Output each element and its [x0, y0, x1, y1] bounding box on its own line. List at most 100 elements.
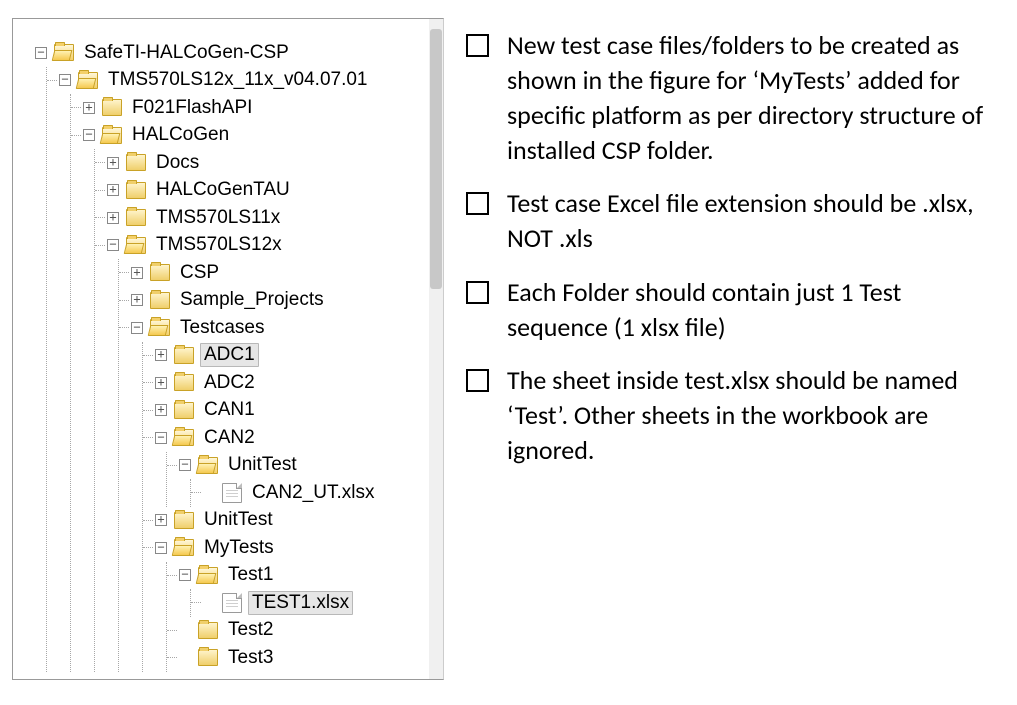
tree-label[interactable]: Sample_Projects — [176, 288, 328, 312]
folder-closed-icon — [174, 512, 194, 529]
bullet-text: Test case Excel file extension should be… — [507, 186, 989, 256]
expander-icon[interactable]: − — [131, 322, 143, 334]
tree-label[interactable]: Test2 — [224, 618, 277, 642]
tree-node-csp: + CSP — [119, 259, 443, 287]
folder-open-icon — [198, 567, 218, 584]
folder-open-icon — [174, 539, 194, 556]
tree-node-can1: + CAN1 — [143, 397, 443, 425]
tree-node-sample-projects: + Sample_Projects — [119, 287, 443, 315]
expander-icon[interactable]: − — [107, 239, 119, 251]
folder-open-icon — [198, 457, 218, 474]
folder-closed-icon — [198, 622, 218, 639]
folder-closed-icon — [126, 154, 146, 171]
expander-none: . — [179, 652, 191, 664]
tree-label[interactable]: ADC2 — [200, 371, 259, 395]
tree-label[interactable]: CAN2_UT.xlsx — [248, 481, 378, 505]
folder-open-icon — [150, 319, 170, 336]
tree-label[interactable]: Docs — [152, 151, 203, 175]
tree-node-hcgtau: + HALCoGenTAU — [95, 177, 443, 205]
tree-label[interactable]: TMS570LS11x — [152, 206, 284, 230]
tree-label[interactable]: UnitTest — [224, 453, 301, 477]
tree-label[interactable]: Testcases — [176, 316, 268, 340]
expander-icon[interactable]: − — [179, 569, 191, 581]
bullet-item: Test case Excel file extension should be… — [466, 186, 989, 256]
expander-icon[interactable]: + — [131, 267, 143, 279]
folder-closed-icon — [150, 264, 170, 281]
checkbox-bullet-icon — [466, 192, 489, 215]
tree-node-adc2: + ADC2 — [143, 369, 443, 397]
bullet-item: The sheet inside test.xlsx should be nam… — [466, 363, 989, 468]
expander-icon[interactable]: + — [131, 294, 143, 306]
expander-icon[interactable]: + — [83, 102, 95, 114]
folder-closed-icon — [150, 292, 170, 309]
expander-none: . — [179, 624, 191, 636]
tree-node-docs: + Docs — [95, 149, 443, 177]
expander-icon[interactable]: − — [83, 129, 95, 141]
bullet-item: Each Folder should contain just 1 Test s… — [466, 275, 989, 345]
tree-node-mytests: − MyTests — [143, 534, 443, 672]
tree-label[interactable]: TEST1.xlsx — [248, 591, 353, 615]
tree-node-tms11x: + TMS570LS11x — [95, 204, 443, 232]
folder-open-icon — [78, 72, 98, 89]
folder-open-icon — [102, 127, 122, 144]
tree-node-can2-unittest: − UnitTest — [167, 452, 443, 507]
tree-label[interactable]: HALCoGenTAU — [152, 178, 294, 202]
tree-node-f021: + F021FlashAPI — [71, 94, 443, 122]
tree-node-testcases: − Testcases — [119, 314, 443, 672]
expander-none: . — [203, 597, 215, 609]
expander-icon[interactable]: + — [107, 212, 119, 224]
tree-node-device: − TMS570LS12x_11x_v04.07.01 + F021FlashA — [47, 67, 443, 672]
tree-label[interactable]: TMS570LS12x — [152, 233, 286, 257]
folder-closed-icon — [198, 649, 218, 666]
folder-open-icon — [54, 44, 74, 61]
expander-icon[interactable]: + — [155, 377, 167, 389]
tree-label[interactable]: HALCoGen — [128, 123, 233, 147]
tree-node-can2: − CAN2 — [143, 424, 443, 507]
expander-none: . — [203, 487, 215, 499]
tree-label[interactable]: SafeTI-HALCoGen-CSP — [80, 41, 293, 65]
checkbox-bullet-icon — [466, 369, 489, 392]
tree-label[interactable]: MyTests — [200, 536, 278, 560]
tree-label[interactable]: UnitTest — [200, 508, 277, 532]
folder-closed-icon — [174, 347, 194, 364]
expander-icon[interactable]: + — [155, 514, 167, 526]
checkbox-bullet-icon — [466, 281, 489, 304]
tree-node-halcogen: − HALCoGen + — [71, 122, 443, 672]
tree-label[interactable]: F021FlashAPI — [128, 96, 256, 120]
tree-label[interactable]: CSP — [176, 261, 223, 285]
folder-closed-icon — [174, 374, 194, 391]
expander-icon[interactable]: − — [179, 459, 191, 471]
tree-node-test1: − Test1 — [167, 562, 443, 617]
tree-node-unittest: + UnitTest — [143, 507, 443, 535]
expander-icon[interactable]: + — [107, 184, 119, 196]
folder-closed-icon — [126, 209, 146, 226]
expander-icon[interactable]: − — [59, 74, 71, 86]
checkbox-bullet-icon — [466, 34, 489, 57]
expander-icon[interactable]: + — [155, 404, 167, 416]
expander-icon[interactable]: − — [155, 432, 167, 444]
expander-icon[interactable]: − — [155, 542, 167, 554]
instructions-panel: New test case files/folders to be create… — [444, 0, 1017, 705]
tree-node-root: − SafeTI-HALCoGen-CSP − TMS570LS12x_11x_… — [35, 39, 443, 672]
folder-closed-icon — [126, 182, 146, 199]
tree-node-test3: . Test3 — [167, 644, 443, 672]
folder-open-icon — [126, 237, 146, 254]
expander-icon[interactable]: + — [107, 157, 119, 169]
expander-icon[interactable]: − — [35, 47, 47, 59]
file-icon — [222, 593, 242, 613]
tree-node-can2-ut-file: . CAN2_UT.xlsx — [191, 479, 443, 507]
tree-label[interactable]: ADC1 — [200, 343, 259, 367]
tree-label[interactable]: Test1 — [224, 563, 277, 587]
tree-node-test2: . Test2 — [167, 617, 443, 645]
expander-icon[interactable]: + — [155, 349, 167, 361]
folder-open-icon — [174, 429, 194, 446]
tree-label[interactable]: TMS570LS12x_11x_v04.07.01 — [104, 68, 372, 92]
tree-label[interactable]: Test3 — [224, 646, 277, 670]
folder-closed-icon — [102, 99, 122, 116]
tree-label[interactable]: CAN1 — [200, 398, 259, 422]
tree-label[interactable]: CAN2 — [200, 426, 259, 450]
file-icon — [222, 483, 242, 503]
tree-view-pane: − SafeTI-HALCoGen-CSP − TMS570LS12x_11x_… — [12, 18, 444, 680]
bullet-item: New test case files/folders to be create… — [466, 28, 989, 168]
bullet-text: The sheet inside test.xlsx should be nam… — [507, 363, 989, 468]
